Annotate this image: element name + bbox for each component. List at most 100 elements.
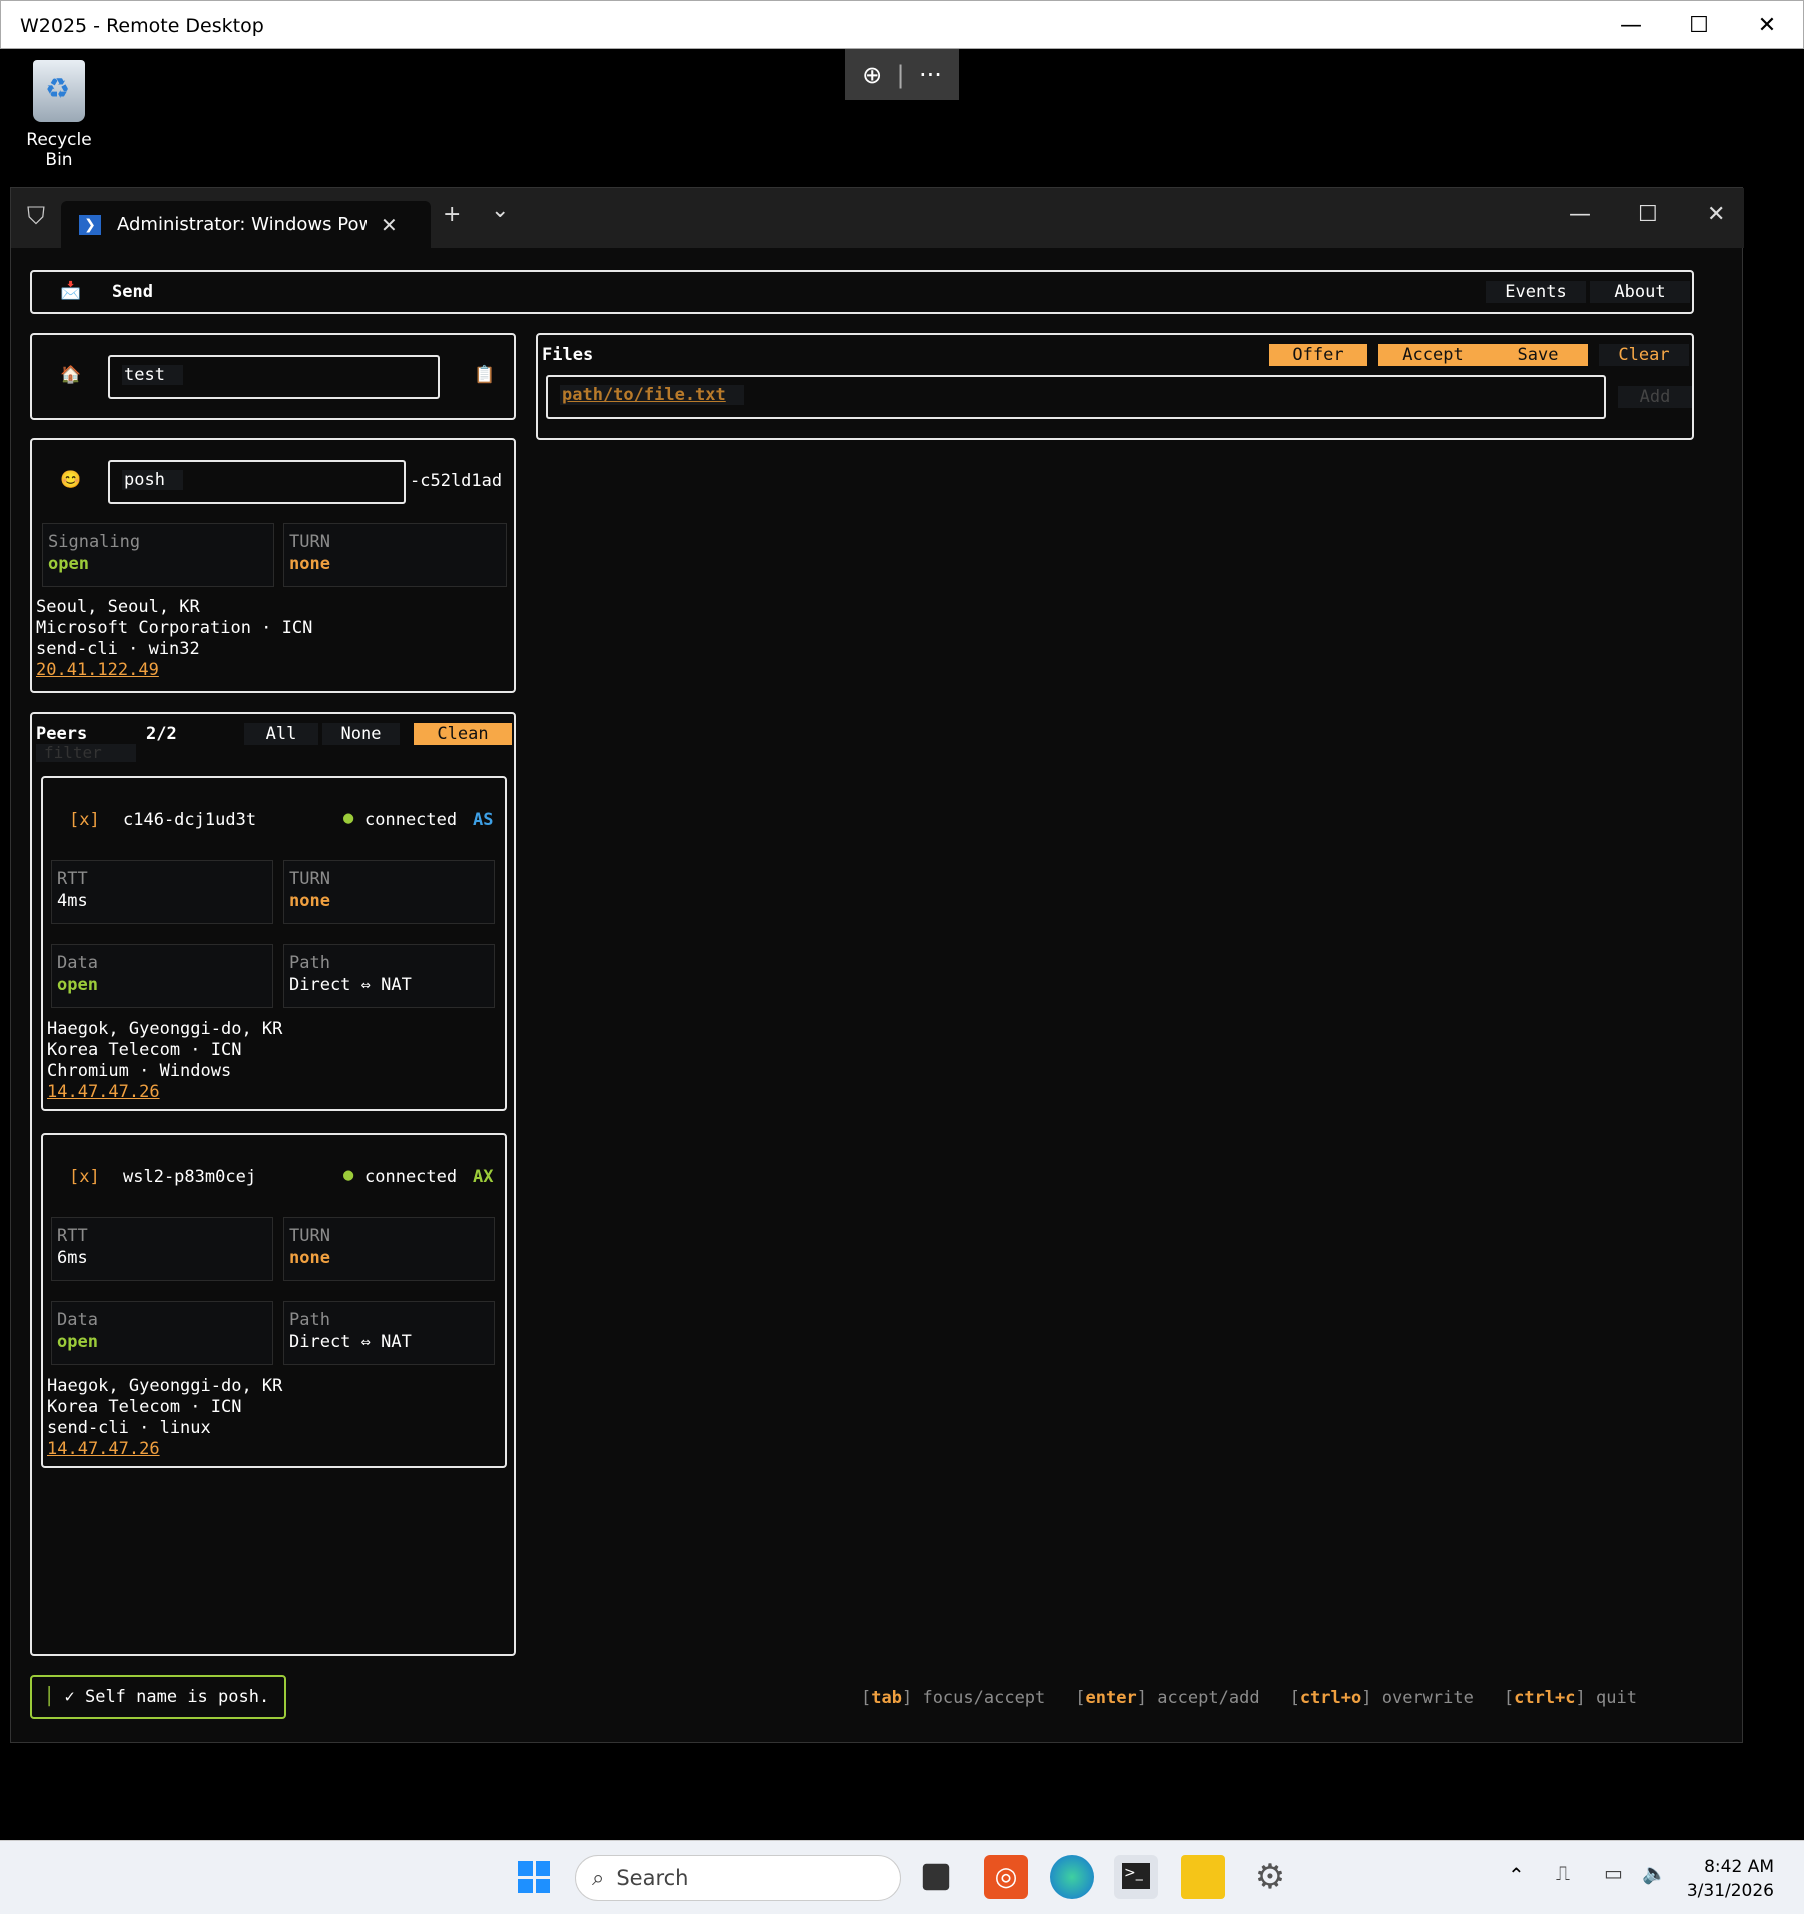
room-input[interactable]: test (108, 355, 440, 399)
start-icon[interactable] (512, 1855, 556, 1899)
peer-info: Haegok, Gyeonggi-do, KR Korea Telecom · … (47, 1376, 282, 1460)
chevron-up-icon[interactable]: ⌃ (1508, 1863, 1525, 1887)
display-icon[interactable]: ▭ (1604, 1861, 1623, 1885)
peer-badge: AS (473, 810, 494, 830)
clipboard-icon[interactable]: 📋 (474, 365, 495, 385)
hint-action: overwrite (1381, 1688, 1474, 1708)
path-label: Path (289, 1310, 330, 1330)
select-none-button[interactable]: None (322, 723, 400, 745)
turn-cell: TURN none (283, 860, 495, 924)
add-button[interactable]: Add (1618, 386, 1692, 408)
close-tab-icon[interactable]: ✕ (381, 213, 398, 237)
peer-name: wsl2-p83m0cej (123, 1167, 257, 1187)
rdp-maximize-button[interactable]: ☐ (1665, 1, 1733, 50)
clock-time: 8:42 AM (1704, 1857, 1774, 1877)
self-info: Seoul, Seoul, KR Microsoft Corporation ·… (36, 597, 312, 681)
peer-info: Haegok, Gyeonggi-do, KR Korea Telecom · … (47, 1019, 282, 1103)
signaling-value: open (48, 554, 89, 574)
peer-card[interactable]: [x] c146-dcj1ud3t ● connected AS RTT 4ms… (41, 776, 507, 1111)
settings-gear-icon[interactable]: ⚙ (1248, 1855, 1292, 1899)
peer-checkbox[interactable]: [x] (69, 1167, 100, 1187)
hint-action: focus/accept (922, 1688, 1046, 1708)
new-tab-button[interactable]: + (443, 202, 461, 227)
taskbar-search[interactable]: ⌕ Search (575, 1855, 901, 1901)
terminal-close-button[interactable]: ✕ (1707, 202, 1725, 227)
peer-card[interactable]: [x] wsl2-p83m0cej ● connected AX RTT 6ms… (41, 1133, 507, 1468)
self-ip-link[interactable]: 20.41.122.49 (36, 660, 312, 681)
edge-icon[interactable] (1050, 1855, 1094, 1899)
turn-label: TURN (289, 869, 330, 889)
tab-powershell[interactable]: ❯ Administrator: Windows PowerShell ✕ (61, 201, 431, 248)
terminal-maximize-button[interactable]: ☐ (1638, 202, 1658, 227)
turn-label: TURN (289, 532, 330, 552)
clock[interactable]: 8:42 AM 3/31/2026 (1684, 1855, 1774, 1903)
taskbar: ⌕ Search ◎ >_ ⚙ ⌃ ⎍ ▭ 🔈 8:42 AM 3/31/202… (0, 1840, 1804, 1914)
more-icon[interactable]: ··· (919, 61, 942, 89)
app-header: 📩 Send Events About (30, 270, 1694, 314)
select-all-button[interactable]: All (244, 723, 318, 745)
peer-isp: Korea Telecom · ICN (47, 1040, 242, 1060)
offer-button[interactable]: Offer (1269, 344, 1367, 366)
peer-checkbox[interactable]: [x] (69, 810, 100, 830)
terminal-taskbar-button[interactable]: >_ (1114, 1855, 1158, 1899)
peer-filter-input[interactable]: filter (36, 744, 136, 762)
chevron-down-icon[interactable]: ⌄ (491, 198, 509, 223)
peer-ip-link[interactable]: 14.47.47.26 (47, 1082, 282, 1103)
save-button[interactable]: Save (1488, 344, 1588, 366)
hint: [tab] focus/accept (861, 1688, 1046, 1708)
path-cell: Path Direct ⇔ NAT (283, 944, 495, 1008)
hint-key: enter (1085, 1688, 1137, 1708)
data-value: open (57, 1332, 98, 1352)
volume-icon[interactable]: 🔈 (1642, 1861, 1667, 1885)
task-view-icon[interactable] (922, 1863, 950, 1891)
hint-key: tab (871, 1688, 902, 1708)
peer-ip-link[interactable]: 14.47.47.26 (47, 1439, 282, 1460)
search-label: Search (616, 1866, 689, 1890)
folder-icon[interactable] (1181, 1855, 1225, 1899)
signaling-cell: Signaling open (42, 523, 274, 587)
clear-button[interactable]: Clear (1599, 344, 1689, 366)
peer-status: connected (365, 810, 458, 830)
rtt-cell: RTT 4ms (51, 860, 273, 924)
rdp-minimize-button[interactable]: — (1597, 1, 1665, 50)
rdp-titlebar: W2025 - Remote Desktop — ☐ ✕ (0, 0, 1804, 49)
signaling-label: Signaling (48, 532, 141, 552)
app-title: Send (112, 282, 153, 302)
clean-button[interactable]: Clean (414, 723, 512, 745)
terminal-window: ⛉ ❯ Administrator: Windows PowerShell ✕ … (10, 187, 1744, 1743)
self-name-input[interactable]: posh (108, 460, 406, 504)
events-tab[interactable]: Events (1486, 281, 1586, 303)
rdp-close-button[interactable]: ✕ (1733, 1, 1801, 50)
rdp-connection-bar: ⊕ | ··· (845, 49, 959, 100)
ubuntu-icon[interactable]: ◎ (984, 1855, 1028, 1899)
rtt-label: RTT (57, 1226, 88, 1246)
recycle-bin-icon (33, 60, 85, 122)
self-client: send-cli · win32 (36, 639, 200, 659)
about-tab[interactable]: About (1590, 281, 1690, 303)
terminal-minimize-button[interactable]: — (1569, 202, 1591, 227)
turn-label: TURN (289, 1226, 330, 1246)
path-value: Direct ⇔ NAT (289, 1332, 412, 1352)
status-bar-mark: │ (44, 1687, 55, 1707)
mailbox-icon: 📩 (60, 281, 82, 301)
recycle-bin[interactable]: Recycle Bin (14, 60, 104, 170)
hint: [ctrl+o] overwrite (1289, 1688, 1474, 1708)
peer-name: c146-dcj1ud3t (123, 810, 257, 830)
search-icon: ⌕ (592, 1865, 605, 1891)
status-toast: │ ✓ Self name is posh. (30, 1675, 286, 1719)
self-turn-cell: TURN none (283, 523, 507, 587)
rtt-value: 6ms (57, 1248, 88, 1268)
zoom-icon[interactable]: ⊕ (862, 61, 882, 89)
self-isp: Microsoft Corporation · ICN (36, 618, 313, 638)
peers-panel: Peers 2/2 All None Clean filter [x] c146… (30, 712, 516, 1656)
file-path-input[interactable]: path/to/file.txt (546, 375, 1606, 419)
status-dot-icon: ● (343, 1165, 354, 1185)
hint-action: quit (1596, 1688, 1637, 1708)
terminal-icon: >_ (1122, 1863, 1150, 1889)
peers-label: Peers (36, 724, 88, 744)
path-cell: Path Direct ⇔ NAT (283, 1301, 495, 1365)
peer-location: Haegok, Gyeonggi-do, KR (47, 1376, 283, 1396)
network-icon[interactable]: ⎍ (1556, 1861, 1570, 1885)
accept-button[interactable]: Accept (1378, 344, 1488, 366)
peer-location: Haegok, Gyeonggi-do, KR (47, 1019, 283, 1039)
